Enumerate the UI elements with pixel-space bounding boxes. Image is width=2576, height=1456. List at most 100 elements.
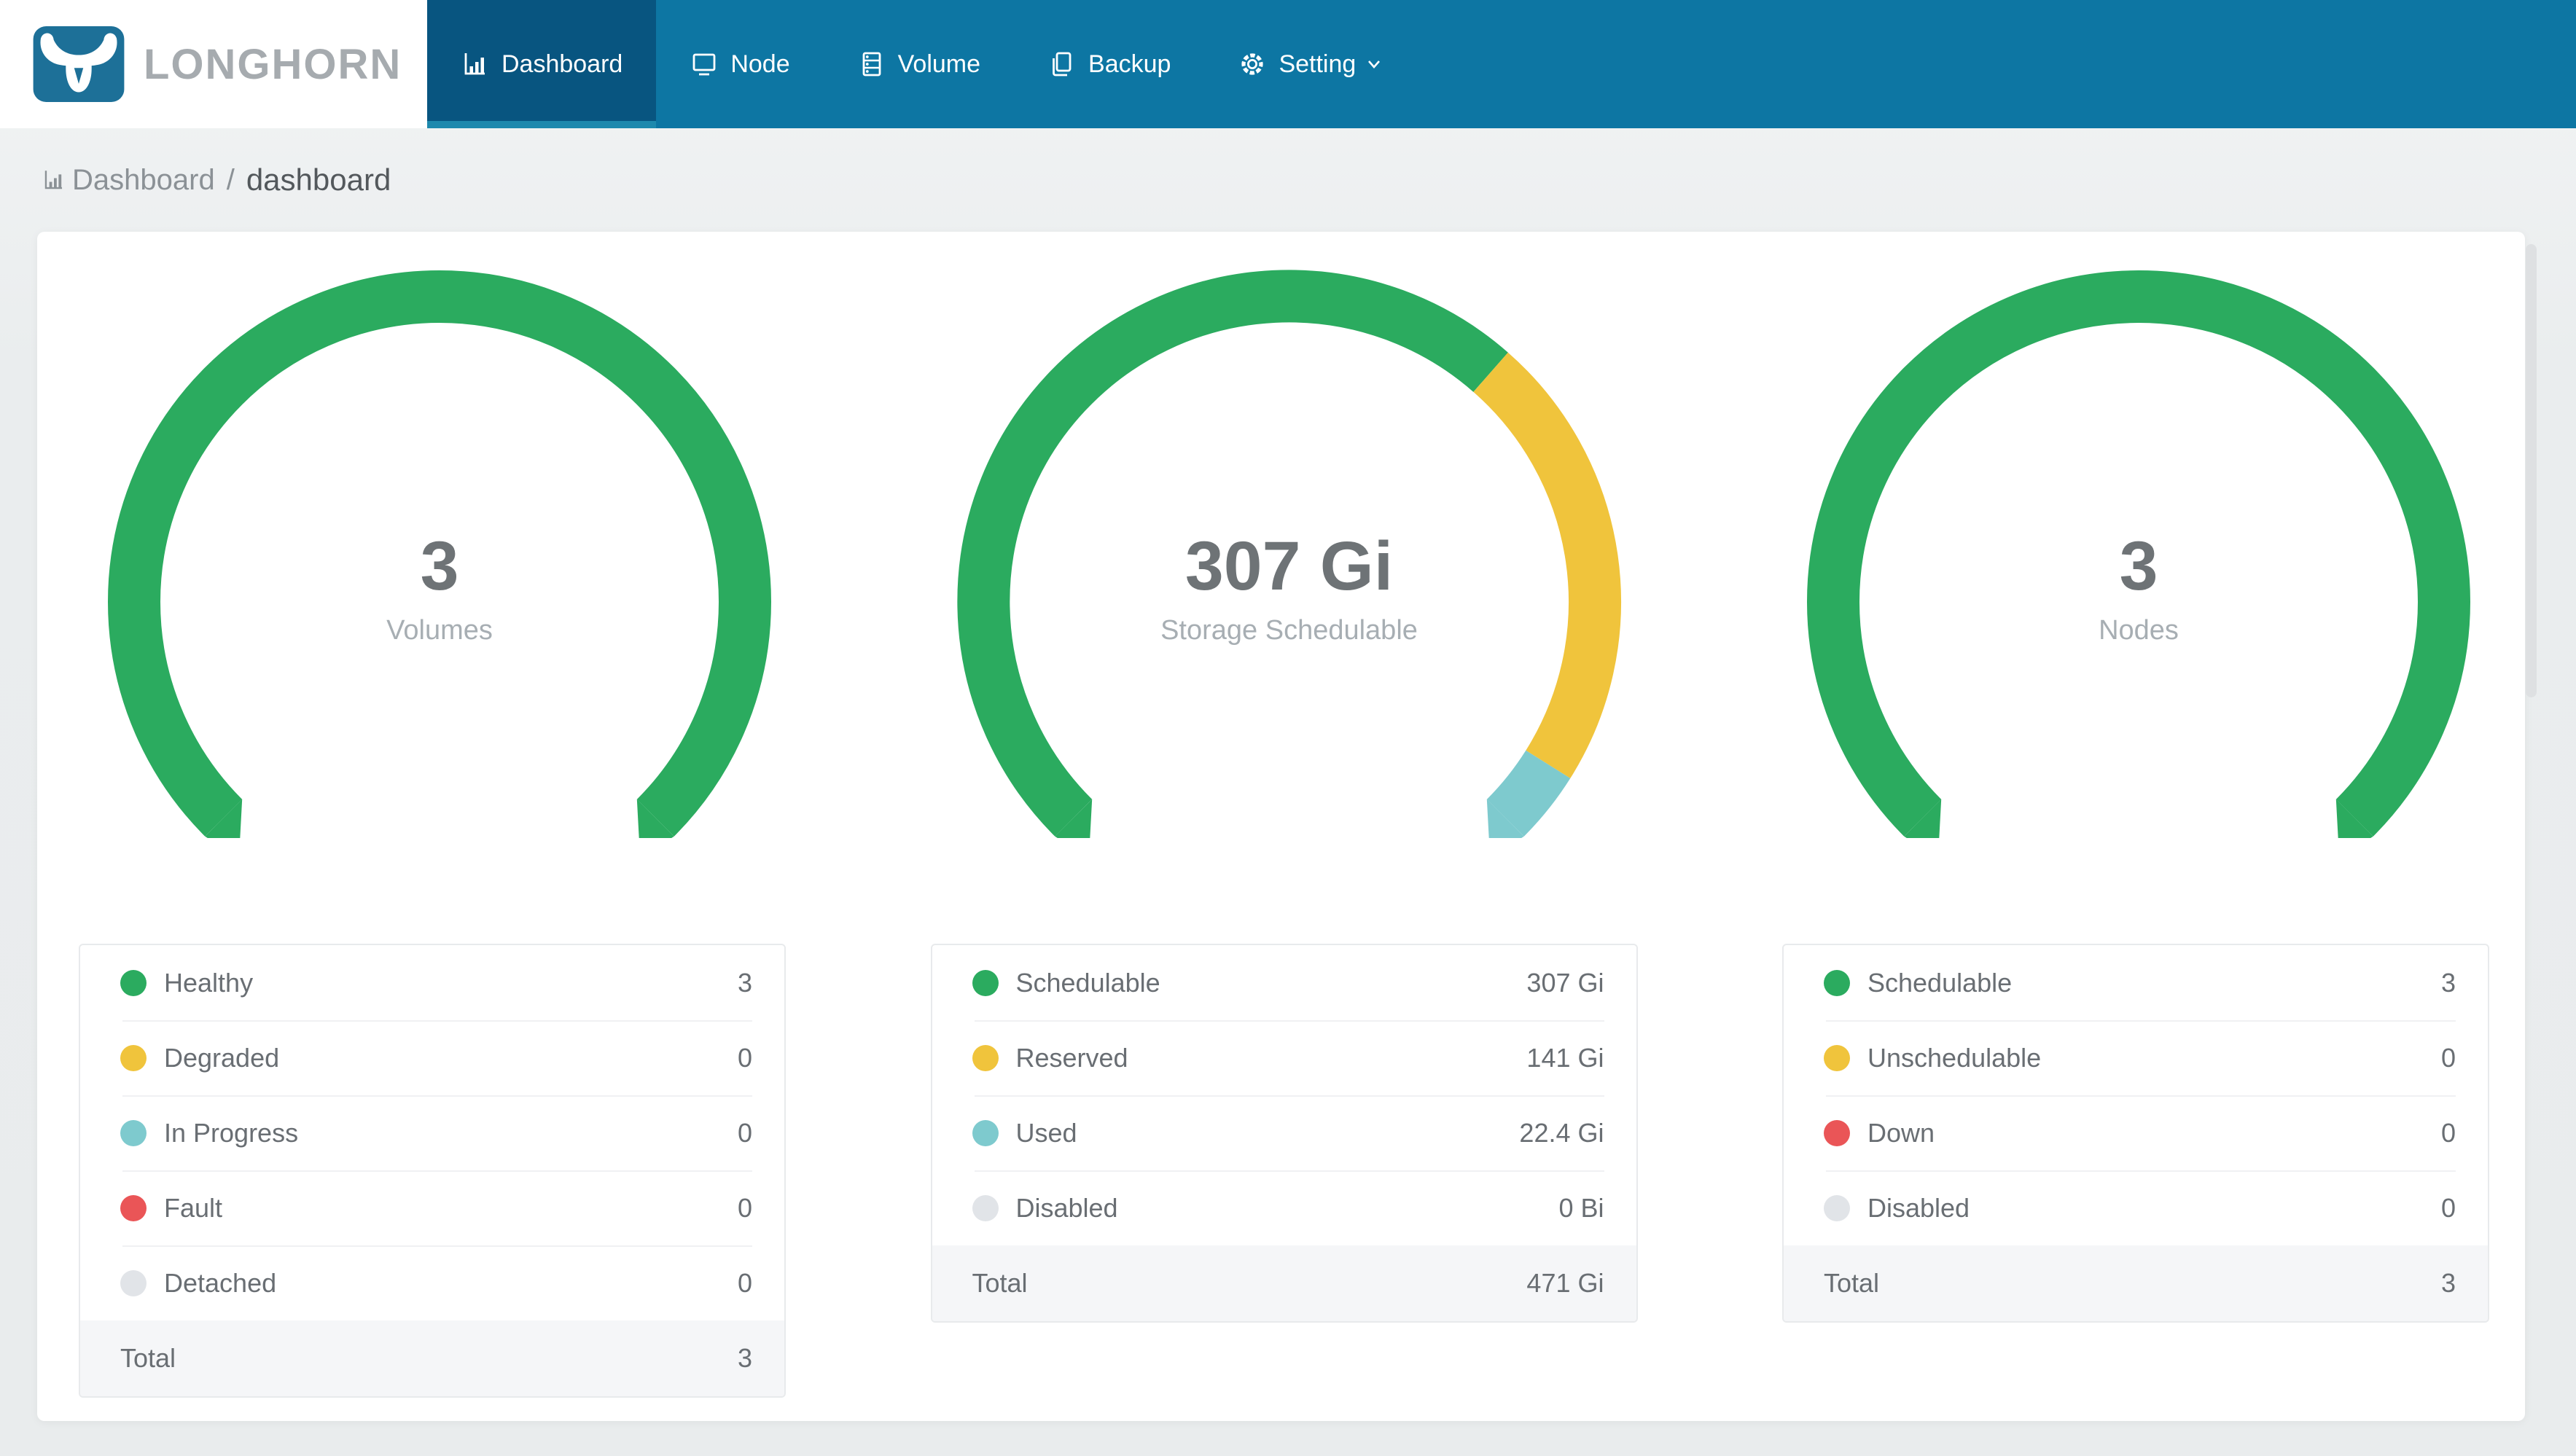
- legend-row-disabled: Disabled 0: [1784, 1170, 2488, 1245]
- gauge-storage: 307 Gi Storage Schedulable: [947, 262, 1632, 838]
- legend-label: Used: [1015, 1117, 1077, 1148]
- legend-row-used: Used 22.4 Gi: [932, 1095, 1636, 1170]
- legend-total-value: 3: [2440, 1268, 2456, 1298]
- gauges-row: 3 Volumes 307 Gi Storage Schedulable 3 N…: [37, 232, 2525, 838]
- legend-value: 22.4 Gi: [1519, 1117, 1604, 1148]
- legend-row-degraded: Degraded 0: [80, 1020, 784, 1095]
- breadcrumb-page: dashboard: [246, 163, 391, 197]
- legend-dot: [1824, 1194, 1850, 1221]
- legend-dot: [972, 969, 999, 996]
- legend-label: Degraded: [164, 1042, 280, 1073]
- legend-value: 0: [737, 1117, 752, 1148]
- longhorn-logo-icon: [33, 26, 125, 102]
- legend-label: In Progress: [164, 1117, 299, 1148]
- legend-value: 0 Bi: [1558, 1192, 1604, 1223]
- nav-item-node[interactable]: Node: [656, 0, 823, 128]
- nodes-legend-table: Schedulable 3 Unschedulable 0 Down 0 Dis…: [1782, 944, 2489, 1323]
- gauge-segment-healthy: [108, 270, 771, 837]
- nav-item-label: Dashboard: [501, 50, 623, 78]
- legend-total-label: Total: [120, 1343, 176, 1373]
- legend-value: 3: [737, 967, 752, 998]
- gauge-nodes: 3 Nodes: [1796, 262, 2481, 838]
- breadcrumb-section[interactable]: Dashboard: [72, 164, 215, 197]
- gear-icon: [1241, 53, 1264, 75]
- legend-label: Schedulable: [1867, 967, 2013, 998]
- brand[interactable]: LONGHORN: [0, 0, 427, 128]
- copy-icon: [1053, 52, 1072, 77]
- legend-dot: [1824, 1119, 1850, 1146]
- legend-dot: [1824, 1044, 1850, 1071]
- legend-total-row: Total 3: [1784, 1245, 2488, 1321]
- database-icon: [862, 52, 881, 77]
- legend-dot: [120, 1044, 147, 1071]
- bar-chart-icon: [464, 53, 485, 75]
- legend-row-in-progress: In Progress 0: [80, 1095, 784, 1170]
- legend-value: 0: [2440, 1192, 2456, 1223]
- legend-label: Disabled: [1867, 1192, 1970, 1223]
- legend-label: Schedulable: [1015, 967, 1160, 998]
- scrollbar-thumb[interactable]: [2526, 244, 2537, 697]
- volumes-gauge-arc: [108, 270, 771, 838]
- legend-dot: [120, 1269, 147, 1296]
- legend-total-value: 471 Gi: [1526, 1268, 1604, 1298]
- legend-row: Healthy 3 Degraded 0 In Progress 0 Fault…: [37, 944, 2525, 1398]
- legend-total-row: Total 471 Gi: [932, 1245, 1636, 1321]
- gauge-segment-schedulable: [1807, 270, 2470, 837]
- legend-row-reserved: Reserved 141 Gi: [932, 1020, 1636, 1095]
- legend-row-unschedulable: Unschedulable 0: [1784, 1020, 2488, 1095]
- legend-dot: [120, 969, 147, 996]
- gauge-segment-reserved: [1472, 352, 1621, 779]
- chevron-down-icon: [1368, 60, 1381, 69]
- legend-row-schedulable: Schedulable 3: [1784, 945, 2488, 1020]
- legend-value: 0: [2440, 1042, 2456, 1073]
- legend-total-row: Total 3: [80, 1320, 784, 1396]
- gauge-volumes: 3 Volumes: [97, 262, 782, 838]
- legend-total-label: Total: [1824, 1268, 1880, 1298]
- legend-row-fault: Fault 0: [80, 1170, 784, 1245]
- legend-dot: [120, 1194, 147, 1221]
- storage-gauge-arc: [956, 270, 1621, 838]
- storage-legend-table: Schedulable 307 Gi Reserved 141 Gi Used …: [930, 944, 1638, 1323]
- legend-total-label: Total: [972, 1268, 1028, 1298]
- legend-label: Detached: [164, 1267, 277, 1298]
- legend-row-detached: Detached 0: [80, 1245, 784, 1320]
- nav-item-label: Volume: [897, 50, 981, 78]
- legend-label: Disabled: [1015, 1192, 1118, 1223]
- nav-item-label: Setting: [1279, 50, 1357, 78]
- desktop-icon: [692, 53, 716, 76]
- legend-value: 3: [2440, 967, 2456, 998]
- legend-row-down: Down 0: [1784, 1095, 2488, 1170]
- dashboard-card: 3 Volumes 307 Gi Storage Schedulable 3 N…: [37, 232, 2525, 1421]
- breadcrumb: Dashboard / dashboard: [0, 128, 2576, 232]
- nav-item-setting[interactable]: Setting: [1204, 0, 1418, 128]
- nav-item-volume[interactable]: Volume: [824, 0, 1014, 128]
- legend-value: 0: [2440, 1117, 2456, 1148]
- legend-label: Reserved: [1015, 1042, 1128, 1073]
- top-navbar: LONGHORN Dashboard Node Volume Backup Se…: [0, 0, 2576, 128]
- legend-value: 141 Gi: [1526, 1042, 1604, 1073]
- legend-dot: [1824, 969, 1850, 996]
- legend-value: 0: [737, 1192, 752, 1223]
- nav-item-backup[interactable]: Backup: [1014, 0, 1204, 128]
- nodes-gauge-arc: [1807, 270, 2470, 838]
- legend-label: Healthy: [164, 967, 254, 998]
- nav-item-label: Backup: [1088, 50, 1171, 78]
- gauge-segment-used: [1486, 750, 1570, 837]
- nav-item-dashboard[interactable]: Dashboard: [427, 0, 657, 128]
- breadcrumb-separator: /: [226, 163, 235, 196]
- legend-dot: [972, 1194, 999, 1221]
- legend-dot: [972, 1044, 999, 1071]
- bar-chart-icon: [44, 171, 63, 189]
- main-nav: Dashboard Node Volume Backup Setting: [427, 0, 1418, 128]
- legend-label: Unschedulable: [1867, 1042, 2042, 1073]
- legend-dot: [120, 1119, 147, 1146]
- legend-label: Fault: [164, 1192, 223, 1223]
- legend-total-value: 3: [737, 1343, 752, 1373]
- brand-name: LONGHORN: [144, 40, 402, 88]
- gauge-segment-schedulable: [956, 270, 1508, 837]
- legend-row-schedulable: Schedulable 307 Gi: [932, 945, 1636, 1020]
- legend-row-disabled: Disabled 0 Bi: [932, 1170, 1636, 1245]
- legend-value: 0: [737, 1267, 752, 1298]
- volumes-legend-table: Healthy 3 Degraded 0 In Progress 0 Fault…: [79, 944, 786, 1398]
- legend-dot: [972, 1119, 999, 1146]
